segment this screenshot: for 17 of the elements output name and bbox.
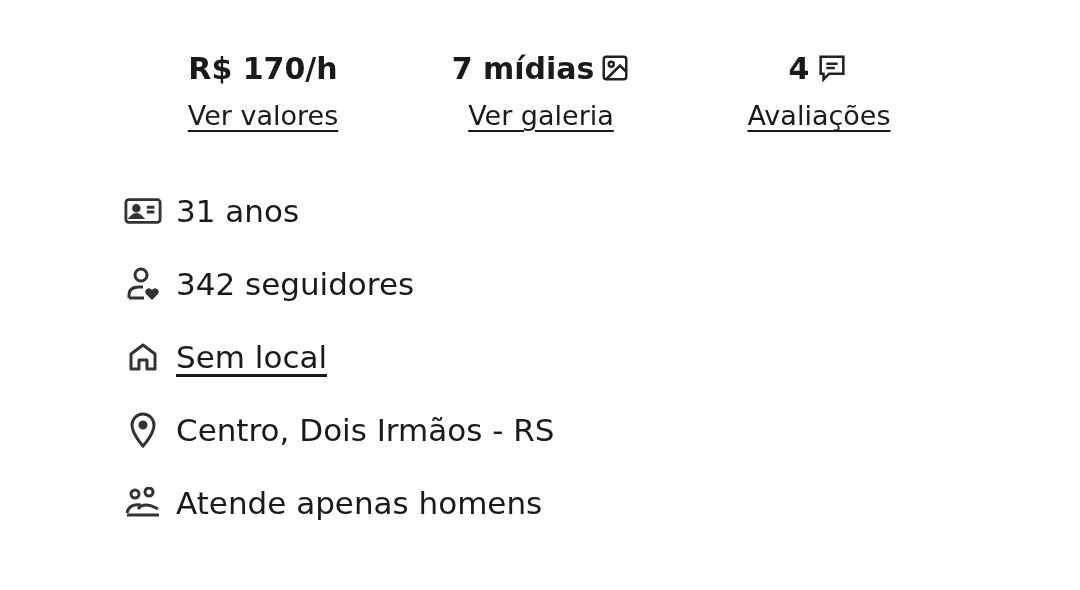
person-heart-icon [125, 266, 161, 302]
detail-text: 342 seguidores [176, 266, 415, 302]
stat-value: 7 mídias [451, 50, 595, 86]
stat-value: 4 [788, 50, 810, 86]
people-icon [124, 487, 162, 519]
detail-text: Centro, Dois Irmãos - RS [176, 412, 555, 448]
stat-value: R$ 170/h [188, 50, 338, 86]
image-icon [600, 53, 631, 83]
home-icon [127, 341, 159, 373]
stat-link[interactable]: Ver valores [187, 100, 339, 131]
stat-link[interactable]: Ver galeria [468, 100, 614, 131]
location-link[interactable]: Sem local [176, 339, 328, 375]
id-card-icon [124, 197, 162, 225]
stat-link[interactable]: Avaliações [747, 100, 891, 131]
detail-text: 31 anos [176, 193, 300, 229]
detail-text: Atende apenas homens [176, 485, 543, 521]
location-pin-icon [129, 412, 157, 448]
